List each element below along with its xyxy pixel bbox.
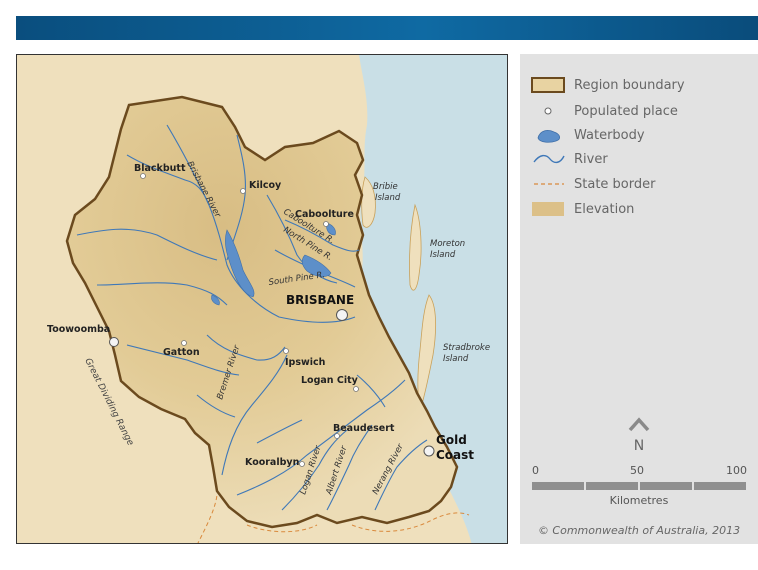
scale-segment [532,482,586,490]
label-stradbroke-island: Island [443,354,469,364]
place-dot-blackbutt [140,173,146,179]
north-arrow-icon [628,417,650,432]
legend-item-river: River [530,150,608,168]
label-gold: Gold [436,433,467,447]
scale-ticks: 0 50 100 [532,464,747,480]
legend-item-waterbody: Waterbody [530,126,645,144]
scale-tick-50: 50 [630,464,644,477]
label-gatton: Gatton [163,347,200,358]
legend-item-populated-place: Populated place [530,102,678,120]
state-border-line-icon [530,175,566,193]
populated-place-dot-icon [530,102,566,120]
place-dot-logan-city [353,386,359,392]
scale-segment [694,482,746,490]
place-dot-gold-coast [423,445,435,457]
legend-item-state-border: State border [530,175,655,193]
legend-panel: Region boundary Populated place Waterbod… [520,54,758,544]
legend-label-state-border: State border [574,176,656,192]
scale-tick-0: 0 [532,464,539,477]
place-dot-ipswich [283,348,289,354]
legend-label-elevation: Elevation [574,201,635,217]
legend-label-populated-place: Populated place [574,103,678,119]
scale-tick-100: 100 [726,464,747,477]
label-bribie-island: Island [375,193,401,203]
elevation-swatch-icon [530,200,566,218]
place-dot-brisbane [336,309,348,321]
label-bribie: Bribie [373,182,398,192]
waterbody-swatch-icon [530,126,566,144]
label-logan-city: Logan City [301,375,359,386]
label-kooralbyn: Kooralbyn [245,457,300,468]
legend-label-region-boundary: Region boundary [574,77,685,93]
copyright-text: © Commonwealth of Australia, 2013 [537,524,741,537]
legend-label-waterbody: Waterbody [574,127,645,143]
scale-bar: 0 50 100 Kilometres [532,464,747,507]
scale-segment [640,482,694,490]
label-stradbroke: Stradbroke [443,343,490,353]
top-banner [16,16,758,40]
place-dot-beaudesert [334,433,340,439]
legend-item-region-boundary: Region boundary [530,76,685,94]
label-brisbane: BRISBANE [286,293,354,307]
legend-label-river: River [574,151,608,167]
label-moreton: Moreton [430,239,465,249]
place-dot-caboolture [323,221,329,227]
place-dot-kooralbyn [299,461,305,467]
region-boundary-swatch [530,76,566,94]
scale-bar-segments [532,482,746,490]
label-toowoomba: Toowoomba [47,324,110,335]
map-svg: Blackbutt Kilcoy Caboolture BRISBANE Too… [17,55,507,543]
label-beaudesert: Beaudesert [333,423,395,434]
label-moreton-island: Island [430,250,456,260]
legend-item-elevation: Elevation [530,200,634,218]
place-dot-kilcoy [240,188,246,194]
river-line-icon [530,150,566,168]
scale-unit-label: Kilometres [609,494,669,507]
place-dot-gatton [181,340,187,346]
north-label: N [633,438,645,454]
label-blackbutt: Blackbutt [134,163,186,174]
label-coast: Coast [436,448,474,462]
place-dot-toowoomba [109,337,119,347]
label-ipswich: Ipswich [285,357,326,368]
north-arrow: N [627,416,651,454]
scale-segment [586,482,640,490]
label-kilcoy: Kilcoy [249,180,282,191]
map-frame: Blackbutt Kilcoy Caboolture BRISBANE Too… [16,54,508,544]
